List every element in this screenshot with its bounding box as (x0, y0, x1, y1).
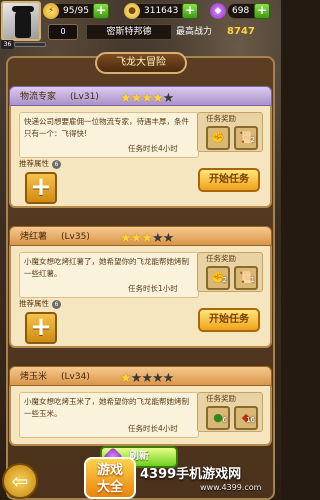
gem-value: 698 (232, 6, 250, 16)
reward-count: 2 (250, 136, 255, 144)
back-button[interactable]: ⇦ (2, 463, 38, 499)
gem-counter: ◆ 698 + (210, 3, 270, 19)
reward-label: 任务奖励 (206, 114, 236, 123)
watermark-title: 4399手机游戏网 (140, 467, 242, 482)
fist-icon[interactable]: ✊ 2 (206, 266, 230, 290)
reward-box: 任务奖励 ● 6 ◆ 16 (197, 392, 263, 432)
task-duration: 任务时长1小时 (128, 284, 178, 293)
stamina-counter: ⚡ 95/95 + (43, 3, 109, 19)
attr-label: 推荐属性 (19, 159, 49, 168)
recommend-attr: 推荐属性 6 (19, 158, 61, 169)
reward-count: 16 (246, 416, 255, 424)
task-header: 烤玉米 (Lv34) ★★★★★ (9, 366, 272, 386)
start-task-button[interactable]: 开始任务 (198, 308, 260, 332)
task-card: 烤红薯 (Lv35) ★★★★★ 小魔女想吃烤红薯了，她希望你的飞龙能帮她烤制一些… (9, 226, 272, 348)
reward-label: 任务奖励 (206, 394, 236, 403)
fist-icon[interactable]: ✊ (206, 126, 230, 150)
task-card: 物流专家 (Lv31) ★★★★★ 快递公司想要雇佣一位物流专家，待遇丰厚，条件只… (9, 86, 272, 208)
difficulty-stars: ★★★★★ (120, 370, 175, 390)
task-name: 物流专家 (20, 92, 57, 102)
task-duration: 任务时长4小时 (128, 144, 178, 153)
task-card: 烤玉米 (Lv34) ★★★★★ 小魔女想吃烤玉米了，她希望你的飞龙能帮她烤制一些… (9, 366, 272, 446)
scroll-icon[interactable]: 📜 1 (234, 266, 258, 290)
add-gold-button[interactable]: + (182, 3, 198, 19)
add-gem-button[interactable]: + (254, 3, 270, 19)
gold-value: 311643 (144, 6, 179, 16)
reward-box: 任务奖励 ✊ 📜 2 (197, 112, 263, 152)
gold-coin-icon: ● (124, 3, 140, 19)
reward-label: 任务奖励 (206, 254, 236, 263)
add-dragon-button[interactable]: + (25, 312, 57, 344)
difficulty-stars: ★★★★★ (120, 230, 175, 250)
watermark-logo: 游戏 大全 (84, 457, 136, 499)
task-name: 烤红薯 (20, 232, 48, 242)
star-empty-icon: ★ (162, 91, 175, 106)
add-dragon-button[interactable]: + (25, 172, 57, 204)
scroll-icon[interactable]: 📜 2 (234, 126, 258, 150)
logo-line: 大全 (96, 480, 123, 495)
avatar[interactable] (1, 1, 41, 41)
task-duration: 任务时长4小时 (128, 424, 178, 433)
attr-icon: 6 (52, 159, 61, 169)
gem-icon: ◆ (210, 3, 226, 19)
star-empty-icon: ★ (162, 231, 175, 246)
attr-label: 推荐属性 (19, 299, 49, 308)
top-hud: 36 ⚡ 95/95 + ● 311643 + ◆ 698 + 0 密斯特邦德 … (0, 0, 281, 49)
figure-shape (15, 8, 31, 38)
recommend-attr: 推荐属性 6 (19, 298, 61, 309)
green-orb-icon[interactable]: ● 6 (206, 406, 230, 430)
vip-level: 0 (60, 27, 66, 36)
add-stamina-button[interactable]: + (93, 3, 109, 19)
stamina-value: 95/95 (63, 6, 89, 16)
start-task-button[interactable]: 开始任务 (198, 168, 260, 192)
star-empty-icon: ★ (162, 371, 175, 386)
difficulty-stars: ★★★★★ (120, 90, 175, 110)
power-value: 8747 (227, 26, 255, 37)
xp-bar (14, 42, 46, 47)
task-header: 烤红薯 (Lv35) ★★★★★ (9, 226, 272, 246)
watermark-url: www.4399.com (200, 483, 262, 492)
reward-count: 6 (222, 416, 227, 424)
task-level: (Lv34) (61, 372, 90, 382)
stamina-icon: ⚡ (43, 3, 59, 19)
site-watermark: 游戏 大全 4399手机游戏网 www.4399.com (82, 455, 278, 499)
player-name: 密斯特邦德 (86, 24, 172, 40)
player-level: 36 (1, 40, 14, 49)
task-header: 物流专家 (Lv31) ★★★★★ (9, 86, 272, 106)
attr-icon: 6 (52, 299, 61, 309)
gold-counter: ● 311643 + (124, 3, 198, 19)
reward-count: 2 (222, 276, 227, 284)
logo-line: 游戏 (96, 463, 123, 478)
reward-box: 任务奖励 ✊ 2 📜 1 (197, 252, 263, 292)
task-level: (Lv31) (70, 92, 99, 102)
task-name: 烤玉米 (20, 372, 48, 382)
power-label: 最高战力 (176, 27, 213, 37)
panel-title: 飞龙大冒险 (95, 52, 187, 74)
vip-badge[interactable]: 0 (48, 24, 78, 40)
red-orb-icon[interactable]: ◆ 16 (234, 406, 258, 430)
task-level: (Lv35) (61, 232, 90, 242)
reward-count: 1 (250, 276, 255, 284)
